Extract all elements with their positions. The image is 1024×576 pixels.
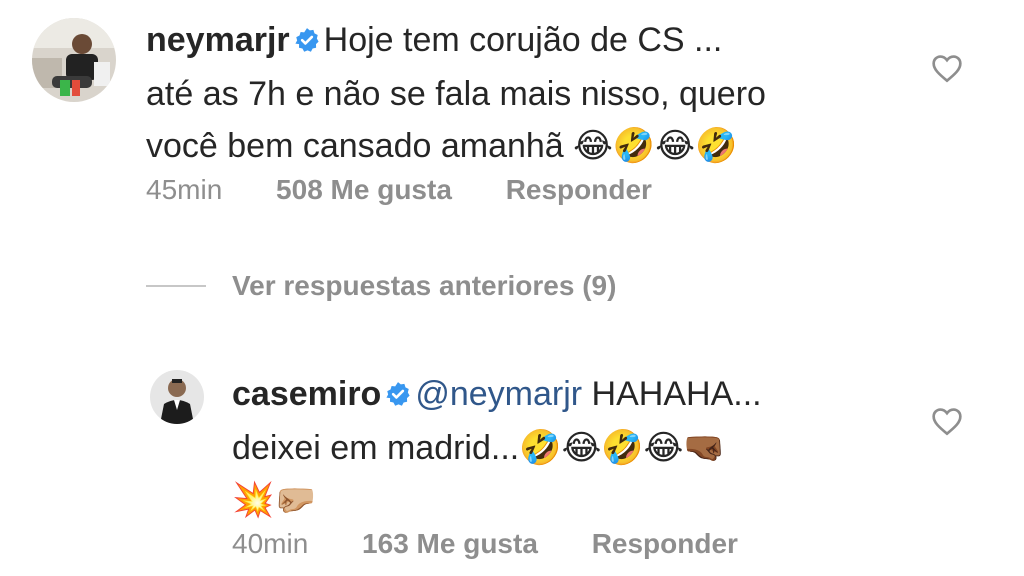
emoji-rofl: 🤣 (612, 126, 656, 166)
reply-button[interactable]: Responder (592, 528, 738, 559)
comment-body-casemiro: casemiro @neymarjr HAHAHA... deixei em ma… (232, 368, 912, 526)
likes-count-button[interactable]: 163 Me gusta (362, 528, 538, 559)
reply-button[interactable]: Responder (506, 174, 652, 205)
mention-link[interactable]: @neymarjr (415, 375, 582, 413)
username-casemiro[interactable]: casemiro (232, 375, 381, 413)
comment-body-neymarjr: neymarjr Hoje tem corujão de CS ... até a… (146, 14, 906, 172)
comment-time: 45min (146, 174, 223, 205)
replies-divider-line (146, 285, 206, 287)
comment-text-line3: você bem cansado amanhã (146, 127, 564, 165)
heart-outline-icon[interactable] (931, 406, 963, 441)
comment-time: 40min (232, 528, 309, 559)
comment-text-line1: HAHAHA... (591, 375, 762, 413)
avatar-casemiro[interactable] (150, 370, 204, 424)
emoji-joy: 😂 (573, 126, 613, 166)
view-previous-replies-button[interactable]: Ver respuestas anteriores (9) (146, 270, 616, 302)
comment-meta-casemiro: 40min 163 Me gusta Responder (232, 528, 784, 560)
emoji-left-fist: 🤛🏼 (274, 480, 317, 520)
emoji-rofl: 🤣 (694, 126, 738, 166)
comment-text-line2: até as 7h e não se fala mais nisso, quer… (146, 75, 766, 113)
verified-badge-icon (385, 370, 411, 422)
verified-badge-icon (294, 16, 320, 68)
emoji-collision: 💥 (232, 480, 275, 520)
emoji-right-fist: 🤜🏾 (683, 428, 726, 468)
emoji-rofl: 🤣 (519, 428, 562, 468)
likes-count-button[interactable]: 508 Me gusta (276, 174, 452, 205)
comment-text-line1: Hoje tem corujão de CS ... (323, 21, 723, 59)
emoji-joy: 😂 (655, 126, 695, 166)
view-previous-replies-label: Ver respuestas anteriores (9) (232, 270, 617, 301)
comment-meta-neymarjr: 45min 508 Me gusta Responder (146, 174, 698, 206)
heart-outline-icon[interactable] (931, 53, 963, 88)
emoji-joy: 😂 (561, 428, 602, 468)
comment-text-line2: deixei em madrid... (232, 429, 520, 467)
emoji-joy: 😂 (643, 428, 684, 468)
emoji-rofl: 🤣 (601, 428, 644, 468)
avatar-neymarjr[interactable] (32, 18, 116, 102)
username-neymarjr[interactable]: neymarjr (146, 21, 290, 59)
